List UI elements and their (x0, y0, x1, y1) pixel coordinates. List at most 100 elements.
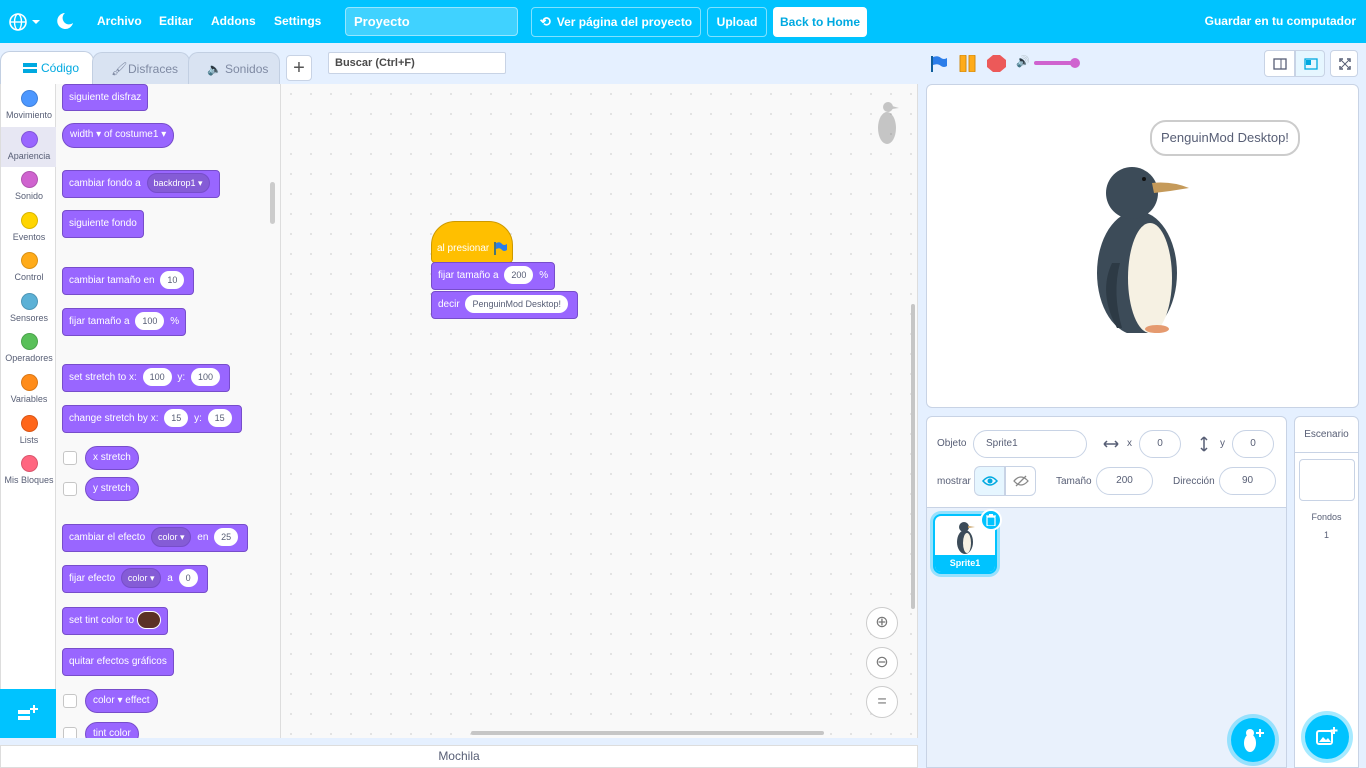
language-menu[interactable] (8, 11, 42, 33)
effect-change-input[interactable]: 25 (214, 528, 239, 547)
choose-backdrop-button[interactable] (1305, 715, 1349, 759)
block-set-size[interactable]: fijar tamaño a 100 % (62, 308, 187, 336)
block-clear-effects[interactable]: quitar efectos gráficos (62, 648, 174, 676)
workspace-vertical-scrollbar[interactable] (911, 304, 915, 609)
category-looks[interactable]: Apariencia (1, 127, 57, 167)
block-set-tint[interactable]: set tint color to (62, 607, 168, 635)
block-next-costume[interactable]: siguiente disfraz (62, 84, 149, 111)
tab-costumes[interactable]: 🖌 Disfraces (92, 52, 190, 84)
script-workspace[interactable]: al presionar fijar tamaño a 200 % decir … (281, 84, 918, 738)
edit-menu[interactable]: Editar (159, 0, 193, 43)
settings-menu[interactable]: Settings (274, 0, 321, 43)
stage-selector[interactable]: Escenario Fondos 1 (1294, 416, 1359, 768)
block-tint-color[interactable]: tint color (85, 722, 139, 738)
attr-dropdown[interactable]: width ▾ (70, 129, 101, 140)
tint-color-checkbox[interactable] (63, 727, 77, 738)
volume-slider[interactable]: 🔊 (1016, 56, 1082, 70)
category-lists[interactable]: Lists (1, 411, 57, 451)
zoom-out-button[interactable]: ⊖ (866, 647, 898, 679)
save-to-computer-menu[interactable]: Guardar en tu computador (1205, 0, 1356, 43)
block-change-effect[interactable]: cambiar el efecto color ▾ en 25 (62, 524, 249, 552)
category-sound[interactable]: Sonido (1, 167, 57, 207)
addons-menu[interactable]: Addons (211, 0, 256, 43)
category-sensing[interactable]: Sensores (1, 289, 57, 329)
events-dot (20, 212, 38, 229)
target-dropdown[interactable]: costume1 ▾ (115, 129, 166, 140)
theme-toggle[interactable] (57, 12, 75, 30)
when-flag-clicked-block[interactable]: al presionar (431, 221, 513, 263)
script-size-input[interactable]: 200 (504, 266, 534, 285)
backdrops-count: 1 (1323, 530, 1329, 540)
say-text-input[interactable]: PenguinMod Desktop! (465, 295, 569, 314)
script-set-size-block[interactable]: fijar tamaño a 200 % (431, 262, 556, 290)
block-effect-reporter[interactable]: color ▾ effect (85, 689, 158, 713)
x-stretch-checkbox[interactable] (63, 451, 77, 465)
sprite-name-input[interactable]: Sprite1 (973, 430, 1087, 458)
size-input[interactable]: 200 (1096, 467, 1153, 495)
zoom-in-button[interactable]: ⊕ (866, 607, 898, 639)
large-stage-button[interactable] (1295, 50, 1325, 77)
fullscreen-button[interactable] (1330, 50, 1358, 77)
project-title-input[interactable]: Proyecto (345, 7, 518, 36)
stop-icon[interactable] (987, 55, 1006, 72)
penguin-sprite[interactable] (1092, 163, 1202, 333)
effect-checkbox[interactable] (63, 694, 77, 708)
direction-input[interactable]: 90 (1219, 467, 1276, 495)
zoom-reset-button[interactable]: = (866, 686, 898, 718)
size-input[interactable]: 100 (135, 312, 165, 331)
backdrop-dropdown[interactable]: backdrop1 ▾ (146, 173, 210, 194)
category-variables[interactable]: Variables (1, 370, 57, 410)
see-project-page-button[interactable]: ⟲ Ver página del proyecto (531, 7, 701, 37)
tab-code[interactable]: Código (0, 51, 94, 85)
workspace-horizontal-scrollbar[interactable] (471, 731, 824, 735)
block-change-stretch[interactable]: change stretch by x: 15 y: 15 (62, 405, 242, 433)
hide-sprite-button[interactable] (1005, 466, 1036, 496)
tab-sounds[interactable]: 🔈 Sonidos (188, 52, 280, 84)
effect-dropdown[interactable]: color ▾ (150, 527, 192, 548)
category-events[interactable]: Eventos (1, 208, 57, 248)
effect-dropdown[interactable]: color ▾ (93, 695, 123, 706)
back-home-button[interactable]: Back to Home (773, 7, 867, 37)
block-change-size[interactable]: cambiar tamaño en 10 (62, 267, 195, 295)
backpack[interactable]: Mochila (0, 745, 918, 768)
stage[interactable]: PenguinMod Desktop! (926, 84, 1359, 408)
effect-set-input[interactable]: 0 (178, 569, 198, 588)
stretch-x-input[interactable]: 100 (142, 368, 172, 387)
category-control[interactable]: Control (1, 248, 57, 288)
stretch-y-change-input[interactable]: 15 (207, 409, 232, 428)
y-stretch-checkbox[interactable] (63, 482, 77, 496)
upload-button[interactable]: Upload (707, 7, 767, 37)
backdrop-thumbnail[interactable] (1299, 459, 1355, 501)
x-input[interactable]: 0 (1139, 430, 1181, 458)
search-input[interactable]: Buscar (Ctrl+F) (328, 52, 506, 74)
delete-sprite-button[interactable] (980, 509, 1002, 531)
effect-dropdown[interactable]: color ▾ (120, 568, 162, 589)
category-operators[interactable]: Operadores (1, 329, 57, 369)
stretch-y-input[interactable]: 100 (190, 368, 220, 387)
block-x-stretch[interactable]: x stretch (85, 446, 139, 470)
pause-icon[interactable] (959, 55, 977, 72)
volume-knob[interactable] (1070, 58, 1080, 68)
file-menu[interactable]: Archivo (97, 0, 142, 43)
block-set-stretch[interactable]: set stretch to x: 100 y: 100 (62, 364, 230, 392)
green-flag-icon[interactable] (930, 55, 948, 72)
category-my-blocks[interactable]: Mis Bloques (1, 451, 57, 491)
small-stage-button[interactable] (1264, 50, 1295, 77)
block-y-stretch[interactable]: y stretch (85, 477, 139, 501)
add-tab-button[interactable]: + (286, 55, 312, 81)
category-motion[interactable]: Movimiento (1, 86, 57, 126)
add-extension-button[interactable] (0, 689, 56, 738)
y-input[interactable]: 0 (1232, 430, 1274, 458)
show-sprite-button[interactable] (974, 466, 1005, 496)
stretch-x-change-input[interactable]: 15 (164, 409, 189, 428)
block-switch-backdrop[interactable]: cambiar fondo a backdrop1 ▾ (62, 170, 220, 198)
block-width-of[interactable]: width ▾ of costume1 ▾ (62, 123, 175, 148)
palette-scrollbar[interactable] (270, 182, 275, 224)
script-say-block[interactable]: decir PenguinMod Desktop! (431, 291, 579, 319)
block-set-effect[interactable]: fijar efecto color ▾ a 0 (62, 565, 208, 593)
size-change-input[interactable]: 10 (160, 271, 185, 290)
tint-color-swatch[interactable] (136, 611, 161, 630)
category-label: Variables (10, 394, 48, 404)
choose-sprite-button[interactable] (1231, 718, 1275, 762)
block-next-backdrop[interactable]: siguiente fondo (62, 210, 144, 238)
